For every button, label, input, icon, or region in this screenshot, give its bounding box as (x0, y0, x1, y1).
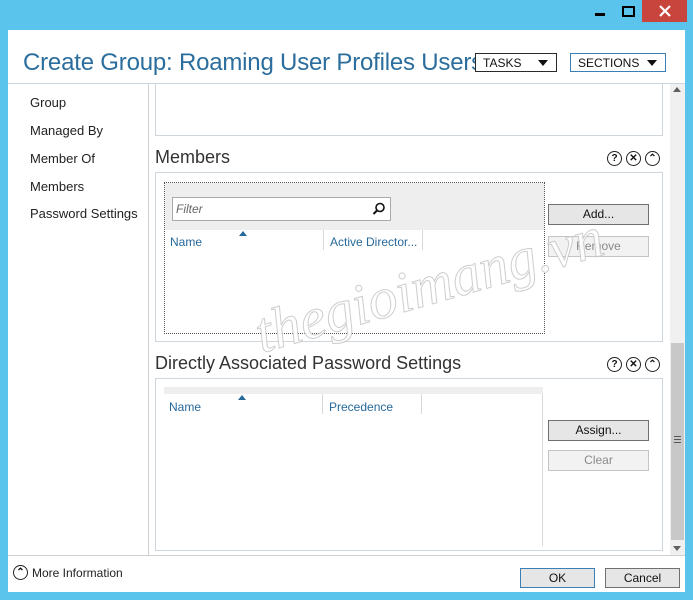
password-settings-section-title: Directly Associated Password Settings (155, 353, 462, 373)
grip-line (674, 442, 681, 443)
collapse-section-icon[interactable]: ⌃ (645, 151, 660, 166)
scroll-up-icon[interactable] (673, 87, 681, 92)
vertical-scrollbar[interactable] (670, 84, 685, 555)
grip-line (674, 436, 681, 437)
help-icon[interactable]: ? (607, 151, 622, 166)
tasks-dropdown[interactable]: TASKS (475, 53, 557, 72)
grip-line (674, 439, 681, 440)
nav-item-member-of[interactable]: Member Of (30, 151, 95, 166)
dialog-footer: ⌃ More Information OK Cancel (8, 555, 685, 593)
column-header-precedence[interactable]: Precedence (329, 400, 393, 414)
search-icon[interactable] (372, 202, 386, 216)
dialog-client: Create Group: Roaming User Profiles User… (8, 30, 685, 592)
nav-item-password-settings[interactable]: Password Settings (30, 206, 138, 221)
close-section-icon[interactable]: ✕ (626, 357, 641, 372)
expand-more-info-icon[interactable]: ⌃ (13, 565, 28, 580)
scrollbar-thumb[interactable] (671, 343, 684, 540)
close-button[interactable] (642, 0, 687, 22)
column-divider (422, 230, 423, 250)
assign-button[interactable]: Assign... (548, 420, 649, 441)
password-settings-panel: Name Precedence Assign... Clear (155, 378, 663, 551)
nav-item-group[interactable]: Group (30, 95, 66, 110)
filter-input[interactable] (176, 200, 361, 217)
sort-ascending-icon (239, 231, 247, 236)
column-header-name[interactable]: Name (169, 400, 201, 414)
close-icon (658, 5, 671, 17)
ok-button[interactable]: OK (520, 568, 595, 588)
password-settings-list[interactable]: Name Precedence (164, 387, 543, 547)
cancel-button[interactable]: Cancel (605, 568, 680, 588)
maximize-button[interactable] (614, 0, 642, 22)
scroll-down-icon[interactable] (673, 546, 681, 551)
more-information-link[interactable]: More Information (32, 566, 123, 580)
sections-label: SECTIONS (578, 56, 640, 70)
members-section-title: Members (155, 147, 231, 167)
help-icon[interactable]: ? (607, 357, 622, 372)
dialog-header: Create Group: Roaming User Profiles User… (8, 30, 685, 84)
nav-item-members[interactable]: Members (30, 179, 84, 194)
chevron-down-icon (647, 60, 657, 66)
nav-item-managed-by[interactable]: Managed By (30, 123, 103, 138)
column-header-active-directory[interactable]: Active Director... (330, 235, 417, 249)
clear-button[interactable]: Clear (548, 450, 649, 471)
minimize-icon (595, 12, 605, 16)
section-nav: Group Managed By Member Of Members Passw… (8, 84, 149, 555)
close-section-icon[interactable]: ✕ (626, 151, 641, 166)
chevron-down-icon (538, 60, 548, 66)
list-right-border (542, 394, 543, 546)
column-divider (323, 230, 324, 250)
maximize-icon (621, 5, 635, 17)
list-header-band (164, 387, 543, 394)
sections-dropdown[interactable]: SECTIONS (570, 53, 666, 72)
previous-section-panel (155, 84, 663, 136)
column-divider (322, 394, 323, 414)
section-content: Members ? ✕ ⌃ Name Active Director... (149, 84, 672, 555)
minimize-button[interactable] (586, 0, 614, 22)
sort-ascending-icon (238, 395, 246, 400)
collapse-section-icon[interactable]: ⌃ (645, 357, 660, 372)
column-header-name[interactable]: Name (170, 235, 202, 249)
column-divider (421, 394, 422, 414)
dialog-window: Create Group: Roaming User Profiles User… (0, 0, 693, 600)
dialog-title: Create Group: Roaming User Profiles User… (23, 49, 503, 76)
tasks-label: TASKS (483, 56, 522, 70)
filter-field[interactable] (172, 197, 391, 221)
